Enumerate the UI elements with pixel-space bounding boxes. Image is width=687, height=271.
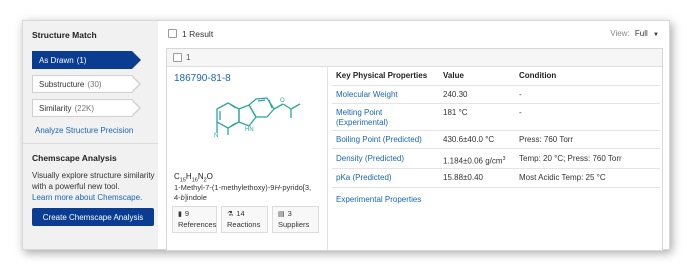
nav-arrow	[131, 99, 141, 117]
references-chip[interactable]: ▮ 9 References	[172, 206, 217, 233]
table-row: Boiling Point (Predicted) 430.6±40.0 °C …	[332, 130, 660, 149]
property-value: 181 °C	[443, 108, 468, 117]
name-part: -pyrido[3,	[279, 183, 312, 192]
chemscape-desc-line1: Visually explore structure similarity	[32, 171, 155, 180]
table-row: Molecular Weight 240.30 -	[332, 85, 660, 104]
chemscape-desc-line2: with a powerful new tool.	[32, 182, 120, 191]
property-name-line1: Melting Point	[336, 108, 383, 117]
experimental-properties-link[interactable]: Experimental Properties	[336, 195, 421, 205]
property-name-link[interactable]: pKa (Predicted)	[336, 173, 392, 183]
document-icon: ▮	[178, 211, 182, 218]
name-part: ]indole	[184, 193, 207, 202]
app-window: Structure Match As Drawn (1) Substructur…	[22, 20, 670, 251]
row-checkbox[interactable]	[173, 53, 182, 62]
nav-similarity-count: (22K)	[74, 103, 95, 113]
create-chemscape-button[interactable]: Create Chemscape Analysis	[32, 208, 154, 226]
view-label: View:	[610, 29, 630, 38]
property-value: 240.30	[443, 90, 468, 99]
property-name-link[interactable]: Density (Predicted)	[336, 154, 404, 164]
nav-arrow	[131, 75, 141, 93]
property-condition: -	[519, 108, 522, 117]
nav-arrow	[131, 51, 141, 69]
structure-match-title: Structure Match	[32, 30, 97, 40]
select-all-checkbox[interactable]	[168, 29, 177, 38]
property-name-link[interactable]: Melting Point (Experimental)	[336, 108, 388, 128]
property-condition: Most Acidic Temp: 25 °C	[519, 173, 606, 182]
property-value: 15.88±0.40	[443, 173, 483, 182]
divider	[23, 143, 158, 144]
nav-as-drawn-count: (1)	[76, 55, 87, 65]
flask-icon: ⚗	[227, 211, 234, 218]
property-condition: -	[519, 90, 522, 99]
nav-substructure-count: (30)	[87, 79, 102, 89]
table-row: Density (Predicted) 1.184±0.06 g/cm3 Tem…	[332, 148, 660, 169]
chemscape-description: Visually explore structure similarity wi…	[32, 170, 155, 203]
chemscape-learn-more-link[interactable]: Learn more about Chemscape.	[32, 192, 155, 203]
chevron-down-icon: ▼	[653, 32, 659, 38]
view-value: Full	[634, 29, 648, 38]
result-count: 1 Result	[182, 29, 214, 39]
molecule-structure[interactable]: N HN O	[203, 87, 313, 163]
nitrogen-label: N	[214, 133, 218, 139]
row-index: 1	[186, 53, 191, 62]
density-value: 1.184±0.06 g/cm	[443, 156, 503, 166]
property-condition: Press: 760 Torr	[519, 135, 574, 144]
suppliers-label: Suppliers	[278, 220, 310, 229]
suppliers-chip[interactable]: ▤ 3 Suppliers	[272, 206, 319, 233]
references-label: References	[178, 220, 217, 229]
property-value: 430.6±40.0 °C	[443, 135, 495, 144]
nh-label: HN	[245, 127, 254, 133]
name-part: 1-Methyl-7-(1-methylethoxy)-9	[174, 183, 275, 192]
view-selector[interactable]: View: Full ▼	[610, 29, 659, 38]
property-value: 1.184±0.06 g/cm3	[443, 154, 506, 167]
nav-as-drawn-label: As Drawn	[39, 55, 74, 65]
oxygen-label: O	[280, 98, 285, 104]
results-panel: 1 Result View: Full ▼ 1 186790-81-8 N HN…	[158, 21, 669, 251]
chemscape-title: Chemscape Analysis	[32, 153, 117, 163]
reactions-label: Reactions	[227, 220, 261, 229]
nav-substructure[interactable]: Substructure (30)	[32, 75, 141, 93]
formula-o: O	[206, 172, 213, 181]
property-condition: Temp: 20 °C; Press: 760 Torr	[519, 154, 622, 163]
density-unit-exponent: 3	[502, 156, 506, 162]
sidebar: Structure Match As Drawn (1) Substructur…	[23, 21, 158, 249]
reactions-chip[interactable]: ⚗ 14 Reactions	[221, 206, 268, 233]
column-divider	[327, 66, 328, 250]
analyze-precision-link[interactable]: Analyze Structure Precision	[35, 126, 133, 135]
table-row: Melting Point (Experimental) 181 °C -	[332, 103, 660, 131]
molecular-formula: C15H16N2O	[174, 172, 213, 184]
table-row: pKa (Predicted) 15.88±0.40 Most Acidic T…	[332, 168, 660, 188]
references-count: 9	[184, 209, 190, 218]
property-name-line2: (Experimental)	[336, 118, 389, 127]
name-part: 4-	[174, 193, 181, 202]
reactions-count: 14	[236, 209, 245, 218]
substance-name: 1-Methyl-7-(1-methylethoxy)-9H-pyrido[3,…	[174, 183, 311, 203]
header-row	[332, 71, 660, 86]
result-card-header: 1	[167, 49, 662, 67]
property-name-link[interactable]: Boiling Point (Predicted)	[336, 135, 422, 145]
result-card: 1 186790-81-8 N HN O C15H16N2O 1-Methyl-…	[166, 48, 663, 251]
molecule-bonds	[216, 97, 301, 135]
nav-similarity-label: Similarity	[39, 103, 72, 113]
nav-similarity[interactable]: Similarity (22K)	[32, 99, 141, 117]
property-name-link[interactable]: Molecular Weight	[336, 90, 398, 100]
suppliers-count: 3	[287, 209, 292, 218]
nav-substructure-label: Substructure	[39, 79, 85, 89]
cas-number-link[interactable]: 186790-81-8	[174, 73, 231, 84]
cart-icon: ▤	[278, 211, 285, 218]
nav-as-drawn[interactable]: As Drawn (1)	[32, 51, 141, 69]
